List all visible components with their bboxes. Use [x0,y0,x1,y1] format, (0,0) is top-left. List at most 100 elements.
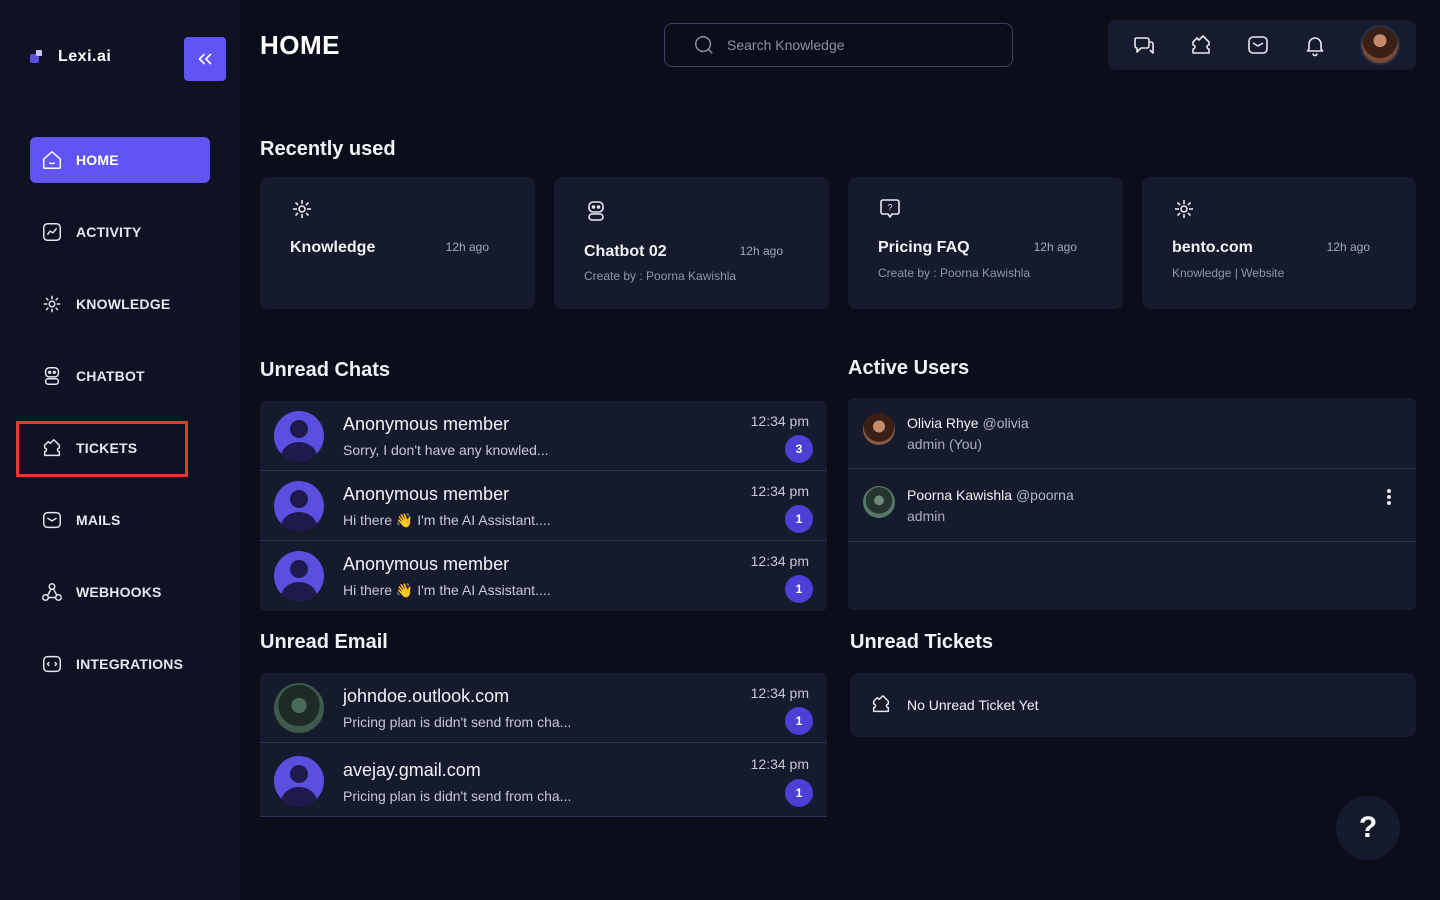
knowledge-icon [293,200,311,218]
list-item[interactable]: avejay.gmail.com Pricing plan is didn't … [260,743,827,816]
ticket-icon [40,436,64,460]
sidebar-item-label: TICKETS [76,440,138,456]
sidebar-item-label: MAILS [76,512,121,528]
sidebar-item-chatbot[interactable]: CHATBOT [30,353,210,399]
sidebar-item-integrations[interactable]: INTEGRATIONS [30,641,210,687]
ticket-icon [872,695,890,713]
chat-preview: Hi there 👋 I'm the AI Assistant.... [343,582,551,598]
bell-icon[interactable] [1299,29,1331,61]
user-name: Olivia Rhye [907,415,979,431]
email-preview: Pricing plan is didn't send from cha... [343,788,572,804]
card-subtitle: Create by : Poorna Kawishla [878,266,1031,280]
avatar [863,486,895,518]
user-role: admin [907,508,946,524]
list-item[interactable]: johndoe.outlook.com Pricing plan is didn… [260,673,827,743]
unread-count-badge: 1 [785,707,813,735]
card-time: 12h ago [1033,240,1077,254]
chat-icon[interactable] [1128,29,1160,61]
card-time: 12h ago [445,240,489,254]
card-subtitle: Knowledge | Website [1172,266,1285,280]
unread-count-badge: 1 [785,575,813,603]
unread-chats-list: Anonymous member Sorry, I don't have any… [260,401,827,611]
card-title: bento.com [1172,239,1253,256]
sidebar-nav: HOME ACTIVITY KNOWLEDGE CHATBOT TICKETS [30,137,210,713]
list-item[interactable]: Anonymous member Hi there 👋 I'm the AI A… [260,541,827,611]
list-item[interactable]: Olivia Rhye @olivia admin (You) [848,398,1416,469]
chat-time: 12:34 pm [750,483,809,499]
email-preview: Pricing plan is didn't send from cha... [343,714,572,730]
unread-count-badge: 1 [785,505,813,533]
collapse-sidebar-button[interactable] [184,37,226,81]
sidebar-item-label: KNOWLEDGE [76,296,171,312]
app-logo[interactable]: Lexi.ai [28,48,111,66]
user-avatar[interactable] [1360,25,1400,65]
sidebar-item-label: INTEGRATIONS [76,656,184,672]
more-options-icon[interactable] [1384,487,1394,507]
unread-chats-title: Unread Chats [260,359,391,381]
email-time: 12:34 pm [750,685,809,701]
sidebar-item-mails[interactable]: MAILS [30,497,210,543]
chatbot-icon [588,201,604,221]
knowledge-icon [40,292,64,316]
recent-card-bento[interactable]: bento.com 12h ago Knowledge | Website [1142,177,1416,309]
page-title: HOME [260,30,340,60]
sidebar-item-label: ACTIVITY [76,224,142,240]
sidebar-item-label: WEBHOOKS [76,584,162,600]
avatar [863,413,895,445]
email-sender: avejay.gmail.com [343,760,481,780]
sidebar-item-label: CHATBOT [76,368,145,384]
chat-sender: Anonymous member [343,484,510,504]
card-title: Knowledge [290,239,376,256]
recent-card-chatbot[interactable]: Chatbot 02 12h ago Create by : Poorna Ka… [554,177,829,309]
search-bar[interactable] [664,23,1013,67]
recent-card-knowledge[interactable]: Knowledge 12h ago [260,177,535,309]
user-name-line: Olivia Rhye @olivia [907,415,1029,431]
recently-used-title: Recently used [260,138,396,160]
chat-sender: Anonymous member [343,554,510,574]
unread-tickets-panel: No Unread Ticket Yet [850,673,1416,737]
activity-icon [40,220,64,244]
unread-email-list: johndoe.outlook.com Pricing plan is didn… [260,673,827,817]
unread-count-badge: 1 [785,779,813,807]
app-name: Lexi.ai [58,48,112,65]
search-icon [695,36,713,54]
list-item[interactable]: Anonymous member Sorry, I don't have any… [260,401,827,471]
user-handle: @olivia [982,415,1029,431]
card-subtitle: Create by : Poorna Kawishla [584,269,737,283]
mail-icon [40,508,64,532]
unread-email-title: Unread Email [260,631,388,653]
card-title: Chatbot 02 [584,243,667,260]
avatar [274,481,324,531]
user-name-line: Poorna Kawishla @poorna [907,487,1074,503]
chat-time: 12:34 pm [750,413,809,429]
sidebar-item-activity[interactable]: ACTIVITY [30,209,210,255]
chevrons-left-icon [198,53,212,65]
search-input[interactable] [727,37,987,53]
card-time: 12h ago [739,244,783,258]
recent-card-pricing-faq[interactable]: ? Pricing FAQ 12h ago Create by : Poorna… [848,177,1123,309]
webhook-icon [40,580,64,604]
card-title: Pricing FAQ [878,239,970,256]
sidebar-item-home[interactable]: HOME [30,137,210,183]
help-button[interactable]: ? [1336,796,1400,860]
mail-icon[interactable] [1242,29,1274,61]
list-item[interactable]: Anonymous member Hi there 👋 I'm the AI A… [260,471,827,541]
active-users-title: Active Users [848,357,970,379]
chat-preview: Sorry, I don't have any knowled... [343,442,549,458]
sidebar-item-tickets[interactable]: TICKETS [30,425,210,471]
integrations-icon [40,652,64,676]
home-icon [40,148,64,172]
question-chat-icon: ? [880,199,900,218]
ticket-icon[interactable] [1185,29,1217,61]
sidebar-item-webhooks[interactable]: WEBHOOKS [30,569,210,615]
svg-text:?: ? [887,203,892,213]
chat-preview: Hi there 👋 I'm the AI Assistant.... [343,512,551,528]
knowledge-icon [1175,200,1193,218]
list-item[interactable]: Poorna Kawishla @poorna admin [848,469,1416,542]
top-toolbar [1108,20,1416,70]
sidebar-item-knowledge[interactable]: KNOWLEDGE [30,281,210,327]
email-sender: johndoe.outlook.com [343,686,510,706]
avatar [274,551,324,601]
user-name: Poorna Kawishla [907,487,1013,503]
user-role: admin (You) [907,436,982,452]
